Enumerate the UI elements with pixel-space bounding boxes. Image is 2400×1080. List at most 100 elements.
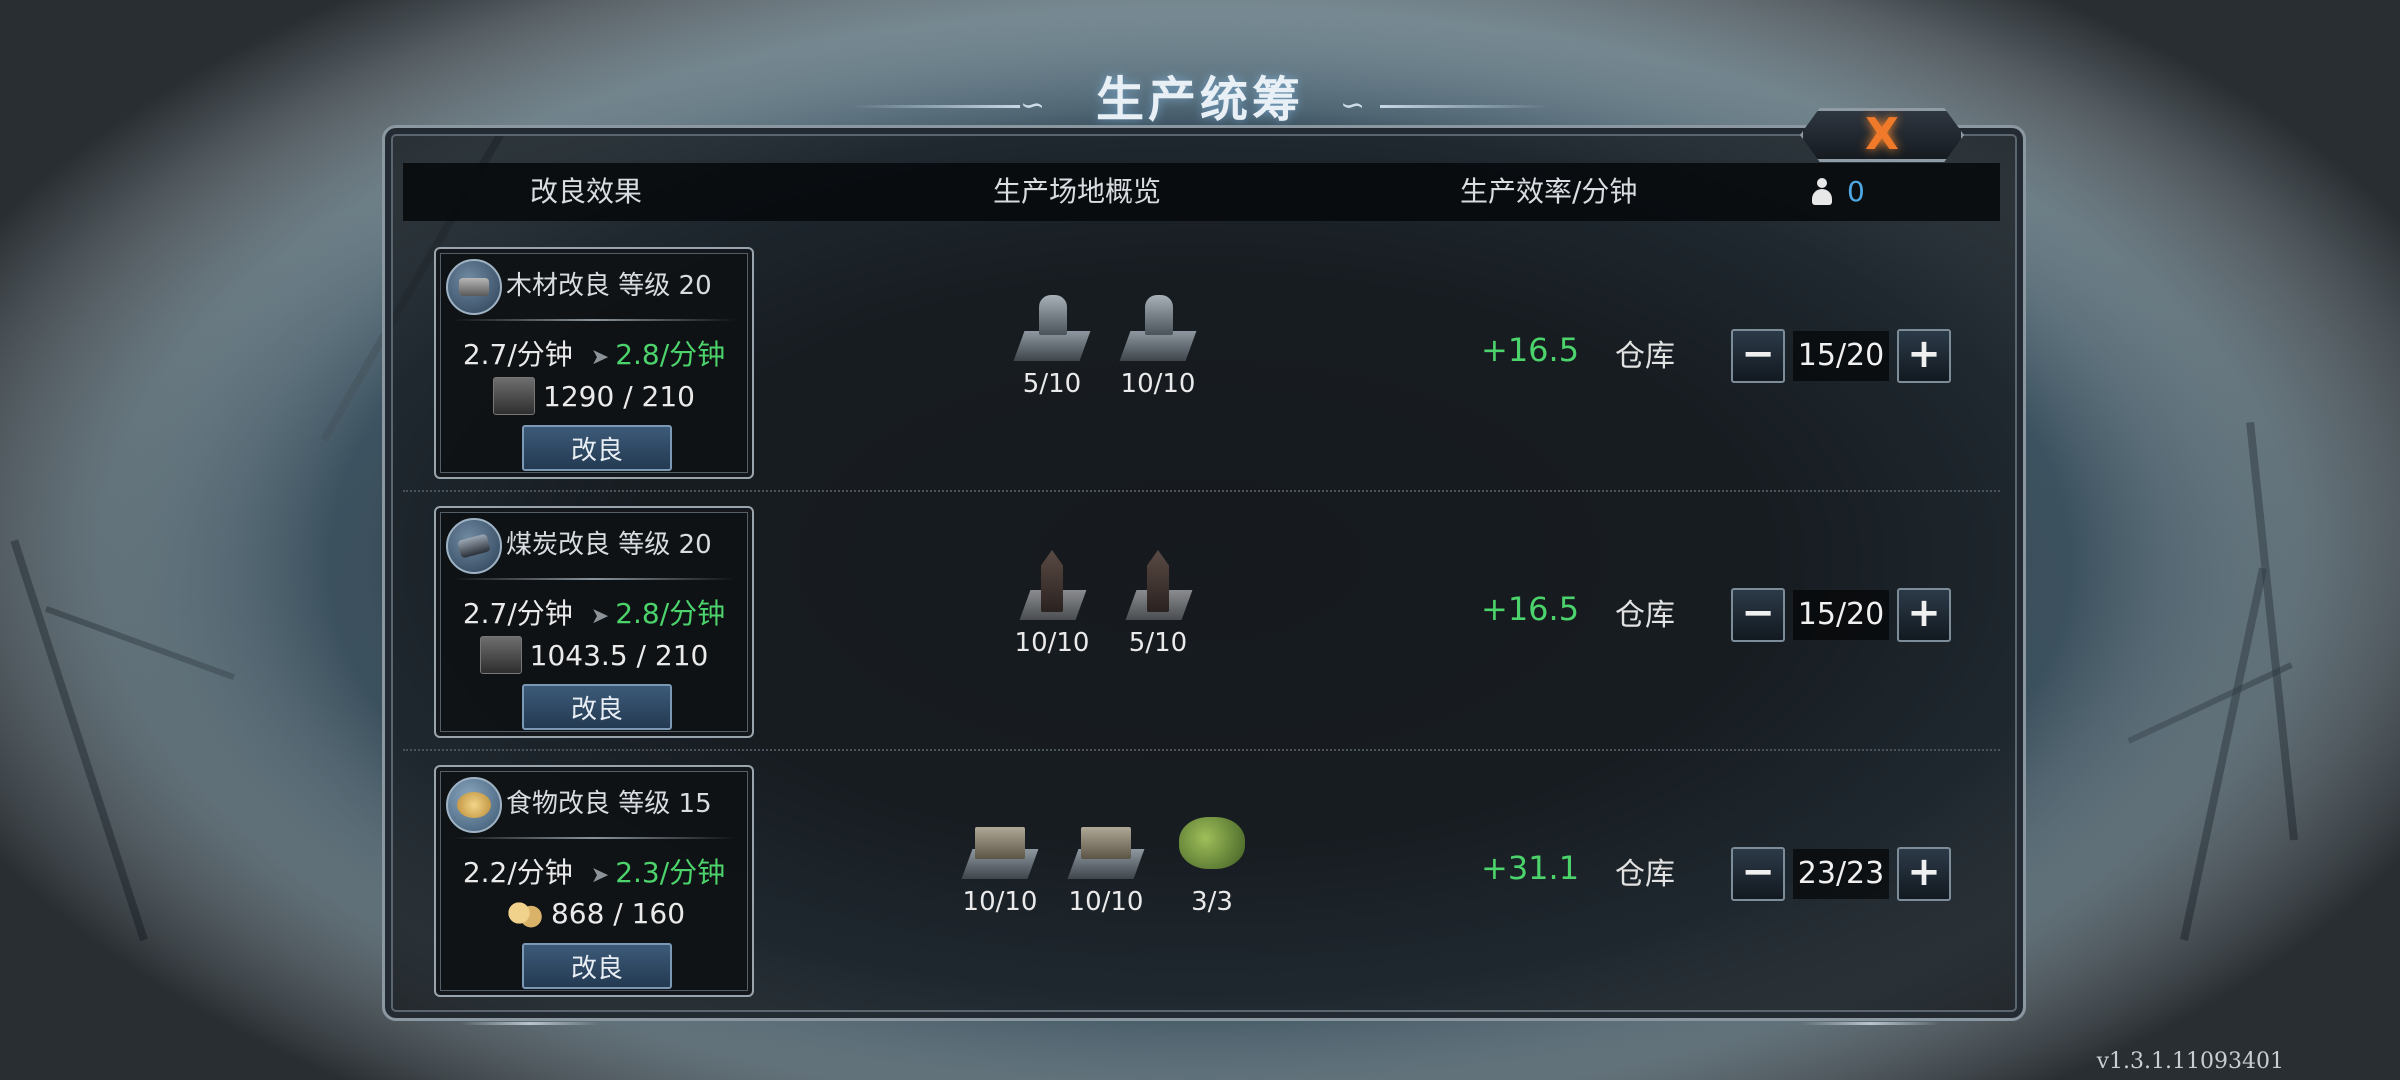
storage-label: 仓库 (1615, 339, 1675, 374)
panel-ornament (460, 1022, 600, 1025)
increase-workers-button[interactable]: + (1897, 847, 1951, 901)
background-tree (10, 539, 148, 942)
title-ornament-right (1380, 105, 1550, 108)
building-berry-bush[interactable]: 3/3 (1173, 809, 1251, 917)
wood-icon (446, 259, 502, 315)
improve-title: 木材改良 等级 20 (506, 271, 712, 301)
title-swirl-right: ∽ (1340, 88, 1366, 123)
background-branch (2127, 662, 2293, 744)
production-row-food: 食物改良 等级 15 2.2/分钟 ➤ 2.3/分钟 868 / 160 改良 10… (403, 749, 2000, 1008)
rate-change: 2.7/分钟 ➤ 2.8/分钟 (436, 333, 752, 373)
current-rate: 2.2/分钟 (462, 856, 573, 889)
page-title: 生产统筹 (1095, 72, 1304, 128)
next-rate: 2.8/分钟 (615, 338, 726, 371)
arrow-right-icon: ➤ (590, 863, 610, 888)
improve-button[interactable]: 改良 (522, 684, 672, 730)
divider (452, 578, 736, 580)
title-banner: ∽ 生产统筹 ∽ (840, 60, 1560, 130)
storage-label: 仓库 (1615, 857, 1675, 892)
improve-button[interactable]: 改良 (522, 943, 672, 989)
building-hunter-hut[interactable]: 10/10 (961, 809, 1039, 917)
close-icon: X (1865, 109, 1899, 160)
sawmill-icon (1013, 291, 1091, 363)
building-workers: 10/10 (1068, 887, 1144, 917)
improve-button[interactable]: 改良 (522, 425, 672, 471)
coal-mine-icon (1119, 550, 1197, 622)
assigned-workers: 15/20 (1793, 331, 1889, 381)
improve-cost: 868 / 160 (436, 895, 752, 931)
production-row-wood: 木材改良 等级 20 2.7/分钟 ➤ 2.8/分钟 1290 / 210 改良 5… (403, 231, 2000, 490)
rate-change: 2.7/分钟 ➤ 2.8/分钟 (436, 592, 752, 632)
background-branch (45, 605, 235, 681)
title-ornament-left (850, 105, 1020, 108)
building-coal-mine[interactable]: 10/10 (1013, 550, 1091, 658)
production-gain: +16.5 (1481, 590, 1580, 628)
hunter-hut-icon (1067, 809, 1145, 881)
next-rate: 2.3/分钟 (615, 856, 726, 889)
building-list: 10/10 10/10 3/3 (961, 809, 1251, 917)
header-improve-effect: 改良效果 (530, 175, 643, 208)
wood-resource-icon (493, 377, 536, 415)
improve-title: 食物改良 等级 15 (506, 789, 712, 819)
cost-value: 1290 / 210 (543, 379, 695, 413)
increase-workers-button[interactable]: + (1897, 329, 1951, 383)
storage-label: 仓库 (1615, 598, 1675, 633)
game-scene: ∽ 生产统筹 ∽ X 改良效果 生产场地概览 生产效率/分钟 0 木材改良 等级… (0, 0, 2400, 1080)
divider (452, 837, 736, 839)
header-production-rate: 生产效率/分钟 (1460, 175, 1638, 208)
building-coal-mine[interactable]: 5/10 (1119, 550, 1197, 658)
building-hunter-hut[interactable]: 10/10 (1067, 809, 1145, 917)
sawmill-icon (1119, 291, 1197, 363)
worker-stepper: − 23/23 + (1731, 847, 1951, 901)
coal-resource-icon (479, 636, 522, 674)
building-workers: 10/10 (962, 887, 1038, 917)
version-label: v1.3.1.11093401 (2096, 1049, 2284, 1074)
arrow-right-icon: ➤ (590, 345, 610, 370)
building-list: 10/10 5/10 (1013, 550, 1197, 658)
building-workers: 5/10 (1022, 369, 1082, 399)
next-rate: 2.8/分钟 (615, 597, 726, 630)
production-gain: +16.5 (1481, 331, 1580, 369)
background-tree (2180, 567, 2267, 941)
rate-change: 2.2/分钟 ➤ 2.3/分钟 (436, 851, 752, 891)
panel-ornament (1800, 1022, 1940, 1025)
header-site-overview: 生产场地概览 (993, 175, 1162, 208)
assigned-workers: 15/20 (1793, 590, 1889, 640)
table-header: 改良效果 生产场地概览 生产效率/分钟 0 (403, 163, 2000, 221)
available-workers: 0 (1811, 163, 1865, 221)
cost-value: 868 / 160 (550, 896, 686, 930)
improve-title: 煤炭改良 等级 20 (506, 530, 712, 560)
building-sawmill[interactable]: 5/10 (1013, 291, 1091, 399)
increase-workers-button[interactable]: + (1897, 588, 1951, 642)
hunter-hut-icon (961, 809, 1039, 881)
building-sawmill[interactable]: 10/10 (1119, 291, 1197, 399)
available-workers-count: 0 (1847, 175, 1865, 208)
production-gain: +31.1 (1481, 849, 1580, 887)
improve-cost: 1043.5 / 210 (436, 636, 752, 674)
background-tree (2246, 421, 2298, 841)
assigned-workers: 23/23 (1793, 849, 1889, 899)
food-icon (446, 777, 502, 833)
cost-value: 1043.5 / 210 (529, 638, 709, 672)
improve-card: 木材改良 等级 20 2.7/分钟 ➤ 2.8/分钟 1290 / 210 改良 (434, 247, 754, 479)
production-row-coal: 煤炭改良 等级 20 2.7/分钟 ➤ 2.8/分钟 1043.5 / 210 改良… (403, 490, 2000, 749)
improve-card: 食物改良 等级 15 2.2/分钟 ➤ 2.3/分钟 868 / 160 改良 (434, 765, 754, 997)
current-rate: 2.7/分钟 (462, 597, 573, 630)
decrease-workers-button[interactable]: − (1731, 588, 1785, 642)
building-workers: 10/10 (1120, 369, 1196, 399)
decrease-workers-button[interactable]: − (1731, 847, 1785, 901)
building-list: 5/10 10/10 (1013, 291, 1197, 399)
current-rate: 2.7/分钟 (462, 338, 573, 371)
coal-mine-icon (1013, 550, 1091, 622)
decrease-workers-button[interactable]: − (1731, 329, 1785, 383)
worker-stepper: − 15/20 + (1731, 588, 1951, 642)
worker-icon (1811, 178, 1833, 206)
food-resource-icon (502, 895, 543, 931)
building-workers: 5/10 (1128, 628, 1188, 658)
close-button[interactable]: X (1800, 108, 1964, 162)
berry-bush-icon (1173, 809, 1251, 881)
title-swirl-left: ∽ (1020, 88, 1046, 123)
building-workers: 3/3 (1191, 887, 1233, 917)
building-workers: 10/10 (1014, 628, 1090, 658)
divider (452, 319, 736, 321)
